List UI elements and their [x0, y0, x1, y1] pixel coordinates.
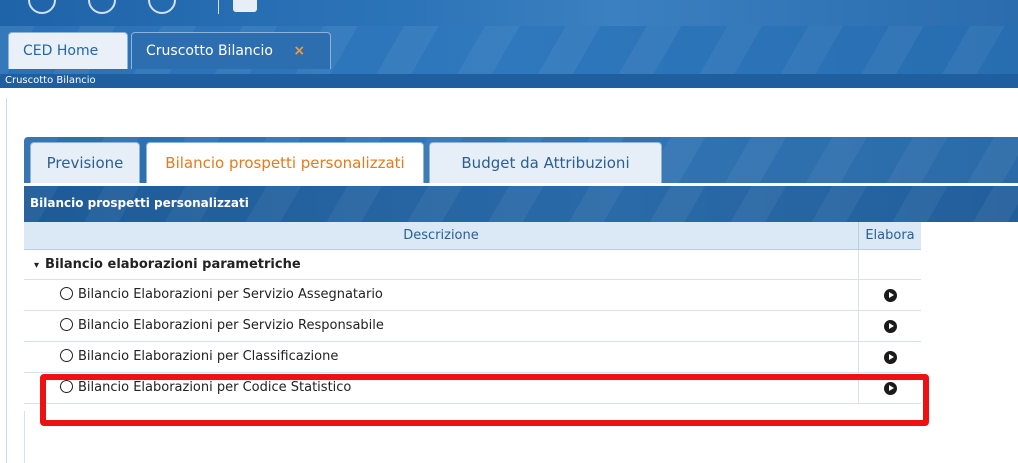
radio-icon[interactable]	[60, 380, 73, 393]
tab-budget-da-attribuzioni[interactable]: Budget da Attribuzioni	[429, 142, 662, 183]
column-header-descrizione[interactable]: Descrizione	[24, 222, 859, 249]
elaborations-grid: Descrizione Elabora ▾ Bilancio elaborazio…	[24, 222, 921, 404]
radio-icon[interactable]	[60, 318, 73, 331]
table-row[interactable]: Bilancio Elaborazioni per Classificazion…	[24, 342, 921, 373]
panel-tabbar: Previsione Bilancio prospetti personaliz…	[24, 137, 1018, 183]
row-label: Bilancio Elaborazioni per Servizio Asseg…	[78, 287, 383, 302]
play-circle-icon[interactable]	[883, 319, 897, 333]
play-circle-icon[interactable]	[883, 381, 897, 395]
app-logo	[233, 0, 257, 12]
radio-icon[interactable]	[60, 287, 73, 300]
tab-label: Cruscotto Bilancio	[146, 43, 273, 59]
tab-cruscotto-bilancio[interactable]: Cruscotto Bilancio ×	[131, 32, 331, 69]
grid-header: Descrizione Elabora	[24, 222, 921, 250]
table-row[interactable]: Bilancio Elaborazioni per Codice Statist…	[24, 373, 921, 404]
tab-ced-home[interactable]: CED Home	[8, 32, 128, 69]
panel-title-text: Bilancio prospetti personalizzati	[30, 196, 249, 210]
row-label: Bilancio Elaborazioni per Codice Statist…	[78, 380, 352, 395]
group-row[interactable]: ▾ Bilancio elaborazioni parametriche	[24, 250, 921, 280]
play-circle-icon[interactable]	[883, 350, 897, 364]
content-border	[6, 98, 7, 463]
toolbar-button-3[interactable]	[148, 0, 176, 14]
row-label: Bilancio Elaborazioni per Servizio Respo…	[78, 318, 384, 333]
tab-previsione[interactable]: Previsione	[30, 142, 140, 183]
close-icon[interactable]: ×	[293, 43, 305, 59]
row-label: Bilancio Elaborazioni per Classificazion…	[78, 349, 339, 364]
panel-title: Bilancio prospetti personalizzati	[24, 186, 1018, 222]
table-row[interactable]: Bilancio Elaborazioni per Servizio Respo…	[24, 311, 921, 342]
column-header-elabora[interactable]: Elabora	[859, 222, 921, 249]
tab-bilancio-prospetti-personalizzati[interactable]: Bilancio prospetti personalizzati	[146, 142, 424, 183]
window-tabbar: CED Home Cruscotto Bilancio ×	[0, 26, 1018, 74]
tab-label: CED Home	[23, 43, 99, 59]
breadcrumb: Cruscotto Bilancio	[0, 74, 1018, 88]
grid-border	[24, 411, 25, 463]
group-label: Bilancio elaborazioni parametriche	[45, 257, 301, 272]
expand-icon[interactable]: ▾	[34, 260, 39, 271]
toolbar-button-1[interactable]	[28, 0, 56, 14]
play-circle-icon[interactable]	[883, 288, 897, 302]
top-toolbar	[0, 0, 1018, 26]
toolbar-separator	[218, 0, 219, 14]
toolbar-button-2[interactable]	[88, 0, 116, 14]
table-row[interactable]: Bilancio Elaborazioni per Servizio Asseg…	[24, 280, 921, 311]
radio-icon[interactable]	[60, 349, 73, 362]
